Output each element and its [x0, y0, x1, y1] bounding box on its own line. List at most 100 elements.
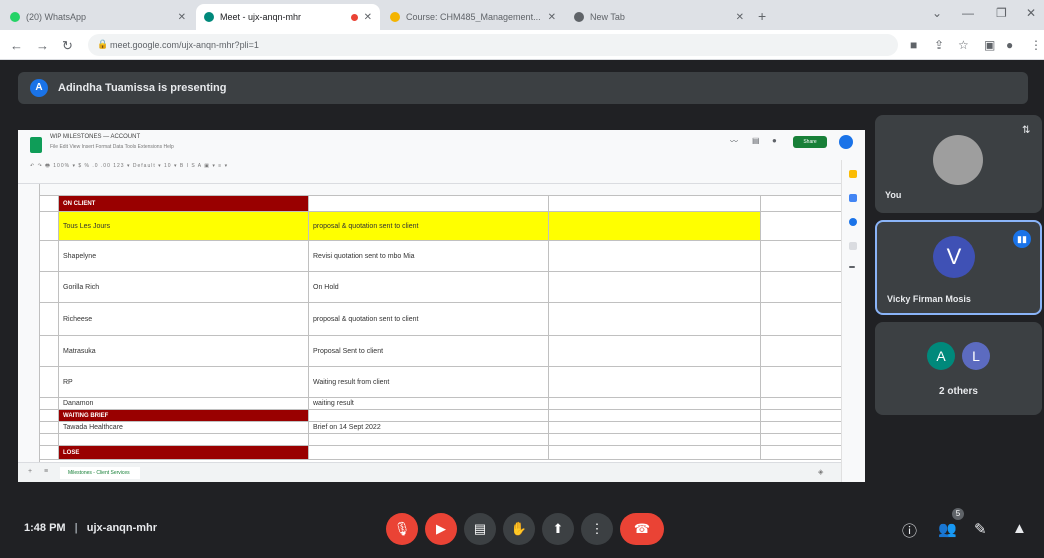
- url-field[interactable]: 🔒 meet.google.com/ujx-anqn-mhr?pli=1: [88, 34, 898, 56]
- tab-course[interactable]: Course: CHM485_Management... ✕: [382, 4, 564, 30]
- client-cell: Tous Les Jours: [59, 212, 309, 240]
- table-row: Shapelyne Revisi quotation sent to mbo M…: [40, 241, 841, 272]
- others-avatar: L: [962, 342, 990, 370]
- table-row: Tawada Healthcare Brief on 14 Sept 2022: [40, 422, 841, 434]
- row-headers: [18, 184, 40, 462]
- sheets-side-panel: [841, 160, 865, 482]
- close-icon[interactable]: ✕: [364, 12, 372, 23]
- minimize-icon[interactable]: —: [962, 6, 974, 20]
- url-text: meet.google.com/ujx-anqn-mhr?pli=1: [110, 40, 259, 50]
- captions-icon[interactable]: ▤: [464, 513, 496, 545]
- recording-icon: [350, 13, 358, 21]
- participant-name: You: [885, 190, 902, 200]
- browser-menu-icon[interactable]: ⋮: [1030, 38, 1042, 52]
- section-header: WAITING BRIEF: [59, 410, 309, 421]
- info-icon[interactable]: ⓘ: [902, 520, 917, 541]
- shared-screen: WIP MILESTONES — ACCOUNT File Edit View …: [18, 130, 865, 482]
- chat-icon[interactable]: ✎: [974, 520, 987, 538]
- sheet-tab: Milestones - Client Services: [60, 467, 140, 479]
- window-close-icon[interactable]: ✕: [1026, 6, 1036, 20]
- tab-search-icon[interactable]: ⌄: [932, 6, 942, 20]
- client-cell: Danamon: [59, 398, 309, 409]
- others-avatar: A: [927, 342, 955, 370]
- add-icon: [849, 266, 855, 268]
- back-icon[interactable]: ←: [10, 38, 23, 53]
- tab-title: Meet - ujx-anqn-mhr: [220, 12, 302, 22]
- tab-title: New Tab: [590, 12, 625, 22]
- address-bar: ← → ↻ 🔒 meet.google.com/ujx-anqn-mhr?pli…: [0, 30, 1044, 60]
- status-cell: On Hold: [309, 272, 549, 302]
- participants-icon[interactable]: 👥: [938, 520, 957, 538]
- tab-meet[interactable]: Meet - ujx-anqn-mhr ✕: [196, 4, 380, 30]
- chrome-icon: [574, 12, 584, 22]
- maximize-icon[interactable]: ❐: [996, 6, 1007, 20]
- vicky-avatar: V: [933, 236, 975, 278]
- hangup-icon[interactable]: ☎: [620, 513, 664, 545]
- table-row: WAITING BRIEF: [40, 410, 841, 422]
- participants-count-badge: 5: [952, 508, 964, 520]
- profile-avatar-icon[interactable]: ●: [1006, 38, 1013, 52]
- client-cell: Richeese: [59, 303, 309, 335]
- camera-off-icon[interactable]: ▶: [425, 513, 457, 545]
- meet-share-icon: ●: [772, 136, 777, 145]
- client-cell: Shapelyne: [59, 241, 309, 271]
- more-icon[interactable]: ⋮: [581, 513, 613, 545]
- meeting-time: 1:48 PM: [24, 522, 66, 534]
- table-row: [40, 434, 841, 446]
- sheet-grid: ON CLIENT Tous Les Jours proposal & quot…: [18, 184, 841, 462]
- meet-control-bar: 1:48 PM | ujx-anqn-mhr 🎙 ▶ ▤ ✋ ⬆ ⋮ ☎ ⓘ 👥…: [0, 500, 1044, 558]
- format-toolbar-icon: ↶ ↷ 🖶 100% ▾ $ % .0 .00 123 ▾ Default ▾ …: [30, 163, 229, 169]
- new-tab-button[interactable]: +: [758, 8, 766, 24]
- table-row: RP Waiting result from client: [40, 367, 841, 398]
- keep-icon: [849, 170, 857, 178]
- share-icon[interactable]: ⇪: [934, 38, 944, 52]
- lock-icon: 🔒: [97, 39, 109, 49]
- table-row: ON CLIENT: [40, 196, 841, 212]
- course-icon: [390, 12, 400, 22]
- close-icon[interactable]: ✕: [736, 12, 744, 23]
- client-cell: Gorilla Rich: [59, 272, 309, 302]
- speaking-icon: ▮▮: [1013, 230, 1031, 248]
- participant-tile-others[interactable]: A L 2 others: [875, 322, 1042, 415]
- you-avatar: [933, 135, 983, 185]
- participant-tile-vicky[interactable]: V ▮▮ Vicky Firman Mosis: [875, 220, 1042, 315]
- others-label: 2 others: [939, 386, 978, 397]
- comment-icon: ▤: [752, 136, 760, 145]
- bookmark-star-icon[interactable]: ☆: [958, 38, 969, 52]
- client-cell: [59, 434, 309, 445]
- divider-icon: [849, 242, 857, 250]
- sheets-logo-icon: [30, 137, 42, 153]
- pin-icon[interactable]: ⇅: [1022, 125, 1030, 136]
- status-cell: proposal & quotation sent to client: [309, 212, 549, 240]
- activities-icon[interactable]: ▲: [1012, 520, 1027, 537]
- tab-whatsapp[interactable]: (20) WhatsApp ✕: [2, 4, 194, 30]
- tab-capture-icon[interactable]: ▣: [984, 38, 995, 52]
- client-cell: Matrasuka: [59, 336, 309, 366]
- trend-icon: 〰: [730, 137, 738, 146]
- tab-title: (20) WhatsApp: [26, 12, 87, 22]
- sheet-list-icon: ≡: [44, 468, 49, 475]
- tab-new[interactable]: New Tab ✕: [566, 4, 752, 30]
- close-icon[interactable]: ✕: [548, 12, 556, 23]
- present-icon[interactable]: ⬆: [542, 513, 574, 545]
- raise-hand-icon[interactable]: ✋: [503, 513, 535, 545]
- presenter-avatar: A: [30, 79, 48, 97]
- close-icon[interactable]: ✕: [178, 12, 186, 23]
- client-cell: Tawada Healthcare: [59, 422, 309, 433]
- status-cell: Brief on 14 Sept 2022: [309, 422, 549, 433]
- sheet-title: WIP MILESTONES — ACCOUNT: [50, 134, 141, 140]
- explore-icon: ◈: [818, 469, 824, 476]
- status-cell: proposal & quotation sent to client: [309, 303, 549, 335]
- sheets-menu: File Edit View Insert Format Data Tools …: [50, 144, 174, 150]
- table-row: Danamon waiting result: [40, 398, 841, 410]
- meet-icon: [204, 12, 214, 22]
- browser-tab-bar: (20) WhatsApp ✕ Meet - ujx-anqn-mhr ✕ Co…: [0, 0, 1044, 30]
- camera-indicator-icon[interactable]: ■: [910, 38, 917, 52]
- mic-off-icon[interactable]: 🎙: [386, 513, 418, 545]
- participant-tile-you[interactable]: ⇅ You: [875, 115, 1042, 213]
- table-row: LOSE: [40, 446, 841, 460]
- add-sheet-icon: +: [28, 468, 33, 475]
- table-row: Tous Les Jours proposal & quotation sent…: [40, 212, 841, 241]
- reload-icon[interactable]: ↻: [62, 38, 73, 54]
- forward-icon[interactable]: →: [36, 38, 49, 53]
